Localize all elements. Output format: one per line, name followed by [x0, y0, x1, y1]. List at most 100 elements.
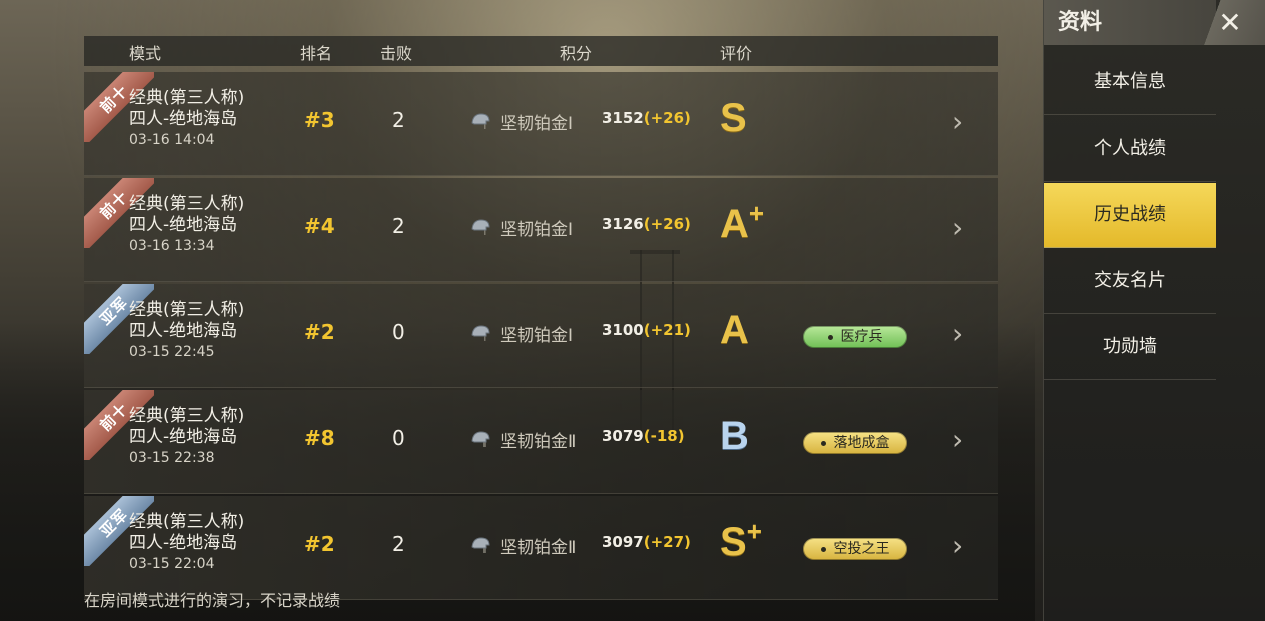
score-cell: 3097(+27) — [602, 533, 691, 551]
svg-text:Ⅰ: Ⅰ — [484, 124, 486, 130]
profile-sidebar: 资料 ✕ 基本信息 个人战绩 历史战绩 交友名片 功勋墙 — [1043, 0, 1265, 621]
close-icon: ✕ — [1218, 6, 1242, 39]
table-row[interactable]: 前十 经典(第三人称) 四人-绝地海岛 03-15 22:38 #8 0 Ⅱ 坚… — [84, 390, 998, 494]
rank-value: #2 — [304, 532, 335, 556]
chevron-right-icon[interactable]: › — [952, 108, 974, 136]
grade-letter: A — [720, 202, 749, 246]
grade-value: A+ — [720, 198, 764, 247]
mode-title: 经典(第三人称) — [129, 406, 245, 426]
header-score: 积分 — [560, 44, 593, 63]
score-cell: 3100(+21) — [602, 321, 691, 339]
grade-value: S+ — [720, 516, 762, 565]
score-cell: 3079(-18) — [602, 427, 685, 445]
kills-value: 2 — [392, 532, 405, 556]
achievement-badge: 空投之王 — [803, 538, 907, 560]
table-row[interactable]: 亚军 经典(第三人称) 四人-绝地海岛 03-15 22:45 #2 0 Ⅰ 坚… — [84, 284, 998, 388]
mode-cell: 经典(第三人称) 四人-绝地海岛 03-15 22:45 — [129, 300, 244, 363]
grade-letter: B — [720, 414, 749, 458]
badge-label: 空投之王 — [833, 541, 890, 557]
kills-value: 0 — [392, 426, 405, 450]
table-row[interactable]: 亚军 经典(第三人称) 四人-绝地海岛 03-15 22:04 #2 2 Ⅱ 坚… — [84, 496, 998, 600]
header-rank: 排名 — [300, 44, 333, 63]
match-history-table: 模式 排名 击败 积分 评价 前十 经典(第三人称) 四人-绝地海岛 03-16… — [84, 36, 998, 600]
svg-text:Ⅱ: Ⅱ — [483, 548, 486, 554]
mode-cell: 经典(第三人称) 四人-绝地海岛 03-16 14:04 — [129, 88, 244, 151]
grade-letter: S — [720, 96, 747, 140]
badge-dot-icon — [820, 440, 826, 446]
grade-value: S — [720, 96, 747, 141]
tier-helmet-icon: Ⅰ — [471, 113, 490, 130]
mode-title: 经典(第三人称) — [129, 88, 245, 108]
table-row[interactable]: 前十 经典(第三人称) 四人-绝地海岛 03-16 13:34 #4 2 Ⅰ 坚… — [84, 178, 998, 282]
tier-helmet-icon: Ⅰ — [471, 325, 490, 342]
score-value: 3079 — [602, 427, 644, 445]
kills-value: 2 — [392, 108, 405, 132]
chevron-right-icon[interactable]: › — [952, 426, 974, 454]
score-value: 3126 — [602, 215, 644, 233]
grade-plus: + — [748, 198, 765, 228]
badge-label: 医疗兵 — [840, 329, 883, 345]
svg-text:Ⅰ: Ⅰ — [484, 230, 486, 236]
grade-value: A — [720, 308, 749, 353]
close-button[interactable]: ✕ — [1194, 0, 1265, 45]
svg-text:Ⅰ: Ⅰ — [484, 336, 486, 342]
badge-label: 落地成盒 — [833, 435, 890, 451]
score-delta: (+26) — [643, 215, 691, 233]
sidebar-item-social-card[interactable]: 交友名片 — [1044, 249, 1216, 314]
tier-helmet-icon: Ⅱ — [471, 537, 490, 554]
mode-map: 四人-绝地海岛 — [129, 533, 238, 553]
badge-dot-icon — [827, 334, 833, 340]
footer-note: 在房间模式进行的演习，不记录战绩 — [84, 591, 341, 610]
match-time: 03-15 22:45 — [129, 344, 215, 360]
svg-text:Ⅱ: Ⅱ — [483, 442, 486, 448]
badge-dot-icon — [820, 546, 826, 552]
achievement-badge: 医疗兵 — [803, 326, 907, 348]
tier-name: 坚韧铂金Ⅱ — [500, 538, 577, 558]
tier-helmet-icon: Ⅰ — [471, 219, 490, 236]
sidebar-item-personal-stats[interactable]: 个人战绩 — [1044, 117, 1216, 182]
score-delta: (+21) — [643, 321, 691, 339]
header-mode: 模式 — [129, 44, 162, 63]
header-grade: 评价 — [720, 44, 753, 63]
sidebar-item-basic-info[interactable]: 基本信息 — [1044, 50, 1216, 115]
achievement-badge: 落地成盒 — [803, 432, 907, 454]
table-row[interactable]: 前十 经典(第三人称) 四人-绝地海岛 03-16 14:04 #3 2 Ⅰ 坚… — [84, 72, 998, 176]
match-time: 03-16 14:04 — [129, 132, 215, 148]
mode-title: 经典(第三人称) — [129, 300, 245, 320]
grade-letter: A — [720, 308, 749, 352]
chevron-right-icon[interactable]: › — [952, 532, 974, 560]
mode-cell: 经典(第三人称) 四人-绝地海岛 03-15 22:38 — [129, 406, 244, 469]
score-value: 3152 — [602, 109, 644, 127]
header-kills: 击败 — [380, 44, 413, 63]
tier-name: 坚韧铂金Ⅱ — [500, 432, 577, 452]
rank-value: #2 — [304, 320, 335, 344]
tier-name: 坚韧铂金Ⅰ — [500, 220, 574, 240]
score-delta: (-18) — [643, 427, 685, 445]
grade-plus: + — [746, 516, 762, 546]
sidebar-title: 资料 — [1044, 0, 1216, 45]
rank-value: #3 — [304, 108, 335, 132]
mode-cell: 经典(第三人称) 四人-绝地海岛 03-15 22:04 — [129, 512, 244, 575]
kills-value: 2 — [392, 214, 405, 238]
sidebar-item-honor-wall[interactable]: 功勋墙 — [1044, 315, 1216, 380]
rank-value: #8 — [304, 426, 335, 450]
kills-value: 0 — [392, 320, 405, 344]
mode-title: 经典(第三人称) — [129, 194, 245, 214]
tier-name: 坚韧铂金Ⅰ — [500, 326, 574, 346]
chevron-right-icon[interactable]: › — [952, 214, 974, 242]
tier-helmet-icon: Ⅱ — [471, 431, 490, 448]
mode-map: 四人-绝地海岛 — [129, 109, 238, 129]
chevron-right-icon[interactable]: › — [952, 320, 974, 348]
tier-name: 坚韧铂金Ⅰ — [500, 114, 574, 134]
mode-map: 四人-绝地海岛 — [129, 427, 238, 447]
score-cell: 3126(+26) — [602, 215, 691, 233]
mode-map: 四人-绝地海岛 — [129, 321, 238, 341]
score-value: 3100 — [602, 321, 644, 339]
rank-value: #4 — [304, 214, 335, 238]
score-delta: (+26) — [643, 109, 691, 127]
match-time: 03-16 13:34 — [129, 238, 215, 254]
grade-value: B — [720, 414, 749, 459]
match-time: 03-15 22:04 — [129, 556, 215, 572]
score-cell: 3152(+26) — [602, 109, 691, 127]
sidebar-item-match-history[interactable]: 历史战绩 — [1044, 183, 1216, 248]
